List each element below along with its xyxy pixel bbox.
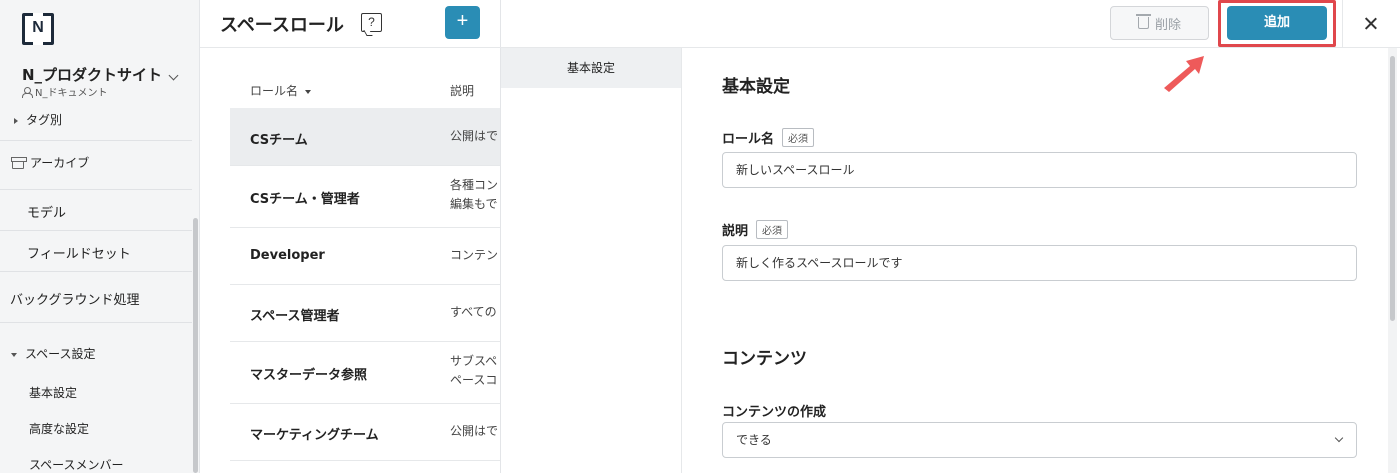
- role-desc: コンテン: [450, 248, 499, 262]
- close-icon[interactable]: [1362, 14, 1380, 32]
- table-row[interactable]: マーケティングチーム 公開はで: [230, 404, 500, 461]
- divider: [200, 47, 500, 48]
- sidebar-item-archive[interactable]: アーカイブ: [11, 154, 89, 171]
- sort-caret-icon: [305, 89, 312, 94]
- column-header-desc: 説明: [450, 84, 475, 98]
- role-desc: サブスペ: [450, 354, 498, 368]
- field-label-role-name: ロール名 必須: [722, 128, 815, 147]
- user-icon: [22, 86, 33, 98]
- logo-icon[interactable]: N: [22, 13, 54, 45]
- sidebar-item-advanced[interactable]: 高度な設定: [29, 420, 89, 437]
- archive-icon: [11, 156, 27, 169]
- field-label-content-create: コンテンツの作成: [722, 405, 827, 420]
- divider: [1342, 0, 1343, 47]
- divider: [0, 271, 192, 272]
- description-input[interactable]: 新しく作るスペースロールです: [722, 245, 1357, 281]
- trash-icon: [1135, 14, 1151, 29]
- role-desc-line2: ペースコ: [450, 373, 498, 387]
- role-name: Developer: [250, 248, 325, 263]
- help-icon[interactable]: ?: [361, 13, 382, 32]
- nav-item-basic[interactable]: 基本設定: [501, 48, 681, 88]
- sidebar-item-members[interactable]: スペースメンバー: [29, 456, 124, 473]
- required-badge: 必須: [756, 220, 789, 239]
- pointer-arrow-icon: [1164, 56, 1204, 92]
- role-name: マスターデータ参照: [250, 368, 368, 383]
- sidebar-scrollbar[interactable]: [193, 218, 198, 473]
- site-sub: N_ドキュメント: [22, 84, 107, 99]
- divider: [0, 140, 192, 141]
- divider: [0, 230, 192, 231]
- section-title-content: コンテンツ: [722, 349, 807, 369]
- add-button[interactable]: 追加: [1227, 6, 1327, 40]
- role-desc-line2: 編集もで: [450, 197, 498, 211]
- field-label-desc: 説明 必須: [722, 220, 789, 239]
- role-name: CSチーム: [250, 133, 308, 148]
- role-name-input[interactable]: 新しいスペースロール: [722, 152, 1357, 188]
- sidebar-item-background[interactable]: バックグラウンド処理: [10, 289, 139, 308]
- drawer-nav: 基本設定: [501, 48, 682, 473]
- page-title: スペースロール: [220, 15, 344, 36]
- table-row[interactable]: Developer コンテン: [230, 228, 500, 285]
- sidebar-item-fieldset[interactable]: フィールドセット: [27, 243, 131, 262]
- chevron-down-icon[interactable]: [168, 70, 179, 81]
- table-row[interactable]: CSチーム・管理者 各種コン 編集もで: [230, 166, 500, 228]
- delete-button[interactable]: 削除: [1110, 6, 1209, 40]
- sidebar-item-space-settings[interactable]: スペース設定: [11, 345, 96, 362]
- role-name: マーケティングチーム: [250, 428, 379, 443]
- site-name[interactable]: N_プロダクトサイト: [22, 64, 162, 85]
- required-badge: 必須: [782, 128, 815, 147]
- caret-down-icon: [11, 352, 17, 357]
- drawer-scrollbar[interactable]: [1388, 48, 1397, 473]
- table-row[interactable]: スペース管理者 すべての: [230, 285, 500, 342]
- table-row[interactable]: マスターデータ参照 サブスペ ペースコ: [230, 342, 500, 404]
- role-desc: すべての: [450, 305, 497, 319]
- divider: [0, 322, 192, 323]
- caret-right-icon: [14, 117, 18, 124]
- role-desc: 公開はで: [450, 129, 499, 143]
- role-name: CSチーム・管理者: [250, 192, 360, 207]
- sidebar-item-basic[interactable]: 基本設定: [29, 384, 77, 401]
- table-row[interactable]: CSチーム 公開はで: [230, 108, 500, 166]
- section-title-basic: 基本設定: [722, 77, 790, 97]
- role-desc: 公開はで: [450, 424, 499, 438]
- role-name: スペース管理者: [250, 309, 340, 324]
- sidebar-item-tags[interactable]: タグ別: [14, 111, 62, 128]
- divider: [0, 189, 192, 190]
- content-create-select[interactable]: できる: [722, 422, 1357, 458]
- sidebar: N N_プロダクトサイト N_ドキュメント タグ別 アーカイブ モデル フィール…: [0, 0, 200, 473]
- chevron-down-icon: [1334, 433, 1344, 443]
- add-role-button[interactable]: +: [445, 6, 480, 39]
- sidebar-item-model[interactable]: モデル: [27, 202, 66, 221]
- column-header-name[interactable]: ロール名: [250, 82, 312, 99]
- role-desc: 各種コン: [450, 178, 499, 192]
